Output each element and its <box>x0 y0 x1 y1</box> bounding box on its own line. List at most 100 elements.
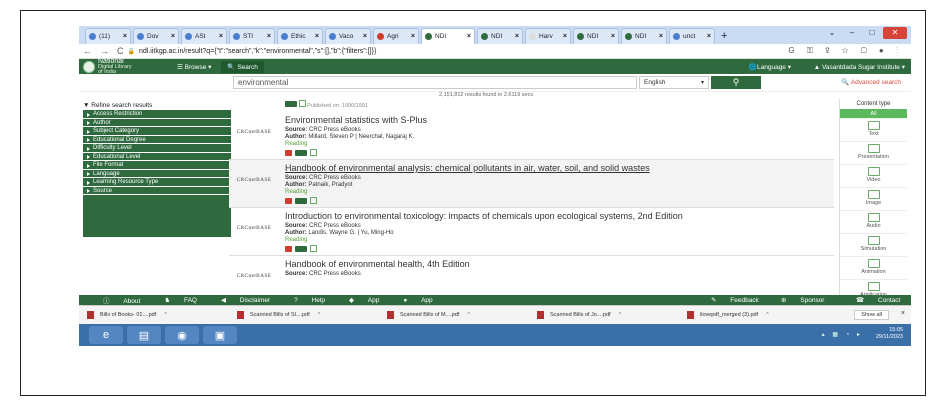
bookmark-icon[interactable] <box>310 197 317 204</box>
advanced-search-link[interactable]: 🔍 Advanced search <box>841 78 901 86</box>
clock[interactable]: 15:05 29/11/2023 <box>876 327 903 341</box>
tab-close-icon[interactable]: × <box>707 33 711 40</box>
result-title[interactable]: Introduction to environmental toxicology… <box>285 211 683 221</box>
browser-tab[interactable]: NDI × <box>477 28 523 44</box>
chevron-up-icon[interactable]: ^ <box>766 312 769 318</box>
content-type-all[interactable]: All <box>840 109 907 119</box>
system-tray-icons[interactable]: ▴ ▦ ◔ ▸ <box>822 331 863 338</box>
facet-language[interactable]: Language <box>83 169 231 178</box>
result-title[interactable]: Handbook of environmental health, 4th Ed… <box>285 259 470 269</box>
footer-app-apple[interactable]: ● App <box>391 297 432 304</box>
download-item[interactable]: Scanned Bills of Sl....pdf ^ <box>229 311 379 319</box>
facet-learning-resource-type[interactable]: Learning Resource Type <box>83 178 231 187</box>
search-button[interactable]: ⚲ <box>711 76 761 89</box>
forward-icon[interactable]: → <box>100 46 109 56</box>
tab-close-icon[interactable]: × <box>563 33 567 40</box>
search-input[interactable]: environmental <box>233 76 637 89</box>
bookmark-icon[interactable] <box>310 245 317 252</box>
reload-icon[interactable]: C <box>117 46 124 56</box>
content-type-text[interactable]: Text <box>840 121 907 142</box>
download-item[interactable]: Scanned Bills of Jo....pdf ^ <box>529 311 679 319</box>
bookmark-icon[interactable] <box>310 149 317 156</box>
language-select[interactable]: English ▾ <box>639 76 709 89</box>
browser-tab[interactable]: Dov × <box>133 28 179 44</box>
chevron-up-icon[interactable]: ^ <box>318 312 321 318</box>
tab-close-icon[interactable]: × <box>467 33 471 40</box>
ie-icon[interactable]: e <box>89 326 123 344</box>
browser-tab[interactable]: (11) × <box>85 28 131 44</box>
browser-tab[interactable]: NDI × <box>621 28 667 44</box>
chevron-up-icon[interactable]: ^ <box>619 312 622 318</box>
facet-source[interactable]: Source <box>83 186 231 195</box>
result-thumbnail[interactable]: CRCnetBASE <box>231 115 277 149</box>
tab-close-icon[interactable]: × <box>219 33 223 40</box>
language-menu[interactable]: 🌐Language ▾ <box>749 63 791 71</box>
facet-subject-category[interactable]: Subject Category <box>83 127 231 136</box>
content-type-image[interactable]: Image <box>840 190 907 211</box>
browser-tab[interactable]: STI × <box>229 28 275 44</box>
footer-disclaimer[interactable]: ◀ Disclaimer <box>209 296 270 304</box>
institute-menu[interactable]: ▲ Vasantdada Sugar Institute ▾ <box>814 63 905 71</box>
chevron-up-icon[interactable]: ^ <box>467 312 470 318</box>
browser-tab[interactable]: unct × <box>669 28 715 44</box>
tab-close-icon[interactable]: × <box>659 33 663 40</box>
browser-tab[interactable]: Agri × <box>373 28 419 44</box>
footer-contact[interactable]: ☎ Contact <box>844 296 900 304</box>
maximize-icon[interactable]: □ <box>863 27 881 39</box>
dropdown-icon[interactable]: ⌄ <box>823 27 841 39</box>
content-type-animation[interactable]: Animation <box>840 259 907 280</box>
pdf-icon[interactable] <box>285 101 297 107</box>
footer-faq[interactable]: ♞ FAQ <box>152 296 197 304</box>
browse-menu[interactable]: ☰ Browse ▾ <box>177 63 211 71</box>
browser-tab-active[interactable]: NDI × <box>421 28 475 44</box>
facet-file-format[interactable]: File Format <box>83 161 231 170</box>
tab-close-icon[interactable]: × <box>171 33 175 40</box>
download-item[interactable]: Scanned Bills of M....pdf ^ <box>379 311 529 319</box>
tab-close-icon[interactable]: × <box>315 33 319 40</box>
result-thumbnail[interactable]: CRCnetBASE <box>231 259 277 293</box>
app-window-icon[interactable]: ▣ <box>203 326 237 344</box>
result-thumbnail[interactable]: CRCnetBASE <box>231 211 277 245</box>
minimize-icon[interactable]: – <box>843 27 861 39</box>
tab-close-icon[interactable]: × <box>611 33 615 40</box>
browser-tab[interactable]: NDI × <box>573 28 619 44</box>
facet-difficulty-level[interactable]: Difficulty Level <box>83 144 231 153</box>
content-type-simulation[interactable]: Simulation <box>840 236 907 257</box>
chrome-icon[interactable]: ◉ <box>165 326 199 344</box>
download-item[interactable]: Bills of Books- 01....pdf ^ <box>79 311 229 319</box>
content-type-presentation[interactable]: Presentation <box>840 144 907 165</box>
close-window-icon[interactable]: ✕ <box>883 27 907 39</box>
footer-app-android[interactable]: ◆ App <box>337 296 379 304</box>
pdf-icon[interactable] <box>295 245 307 252</box>
ndl-logo[interactable]: National Digital Library of India <box>83 58 167 75</box>
footer-feedback[interactable]: ✎ Feedback <box>699 296 759 304</box>
download-item[interactable]: ilovepdf_merged (3).pdf ^ <box>679 311 829 319</box>
facet-author[interactable]: Author <box>83 118 231 127</box>
result-thumbnail[interactable]: CRCnetBASE <box>231 163 277 197</box>
tab-close-icon[interactable]: × <box>123 33 127 40</box>
browser-tab[interactable]: Ethic × <box>277 28 323 44</box>
url-field[interactable]: ndl.iitkgp.ac.in/result?q={"t":"search",… <box>139 48 376 55</box>
footer-sponsor[interactable]: ⊕ Sponsor <box>769 296 824 304</box>
bookmark-icon[interactable] <box>298 100 306 107</box>
back-icon[interactable]: ← <box>83 46 92 56</box>
tab-close-icon[interactable]: × <box>515 33 519 40</box>
footer-help[interactable]: ? Help <box>282 297 325 304</box>
tab-close-icon[interactable]: × <box>363 33 367 40</box>
browser-tab[interactable]: Vaco × <box>325 28 371 44</box>
pdf-icon[interactable] <box>295 197 307 204</box>
show-all-button[interactable]: Show all <box>854 310 889 320</box>
browser-tab[interactable]: Harv × <box>525 28 571 44</box>
new-tab-button[interactable]: + <box>721 28 727 44</box>
file-explorer-icon[interactable]: ▤ <box>127 326 161 344</box>
close-downloads-icon[interactable]: × <box>901 310 905 317</box>
facet-educational-level[interactable]: Educational Level <box>83 152 231 161</box>
tab-close-icon[interactable]: × <box>411 33 415 40</box>
footer-about[interactable]: ⓘ About <box>91 295 140 305</box>
browser-tab[interactable]: ASt × <box>181 28 227 44</box>
search-nav-tab[interactable]: 🔍 Search <box>221 60 264 73</box>
toolbar-icons[interactable]: G ⚿ ⇪ ☆ ▢ ● ⋮ <box>788 46 903 56</box>
tab-close-icon[interactable]: × <box>267 33 271 40</box>
pdf-icon[interactable] <box>295 149 307 156</box>
content-type-audio[interactable]: Audio <box>840 213 907 234</box>
